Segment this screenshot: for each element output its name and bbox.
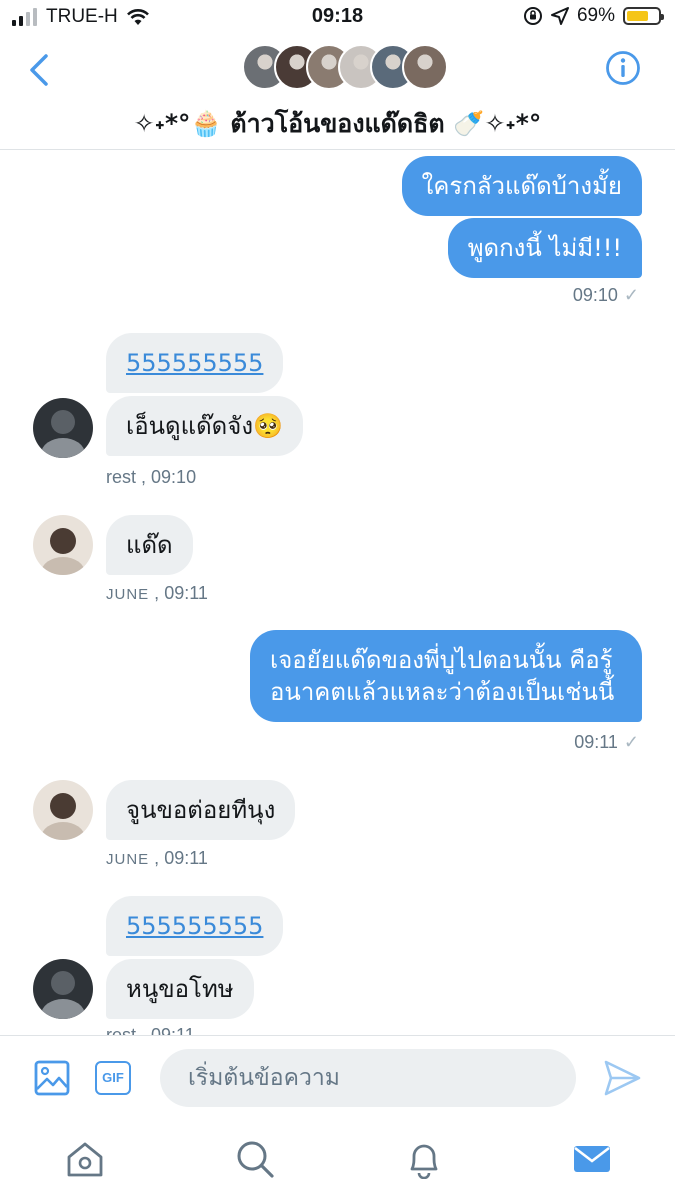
message-time: 09:11 xyxy=(574,732,618,752)
incoming-message[interactable]: แด๊ด xyxy=(106,515,193,575)
message-time: 09:11 xyxy=(164,848,208,868)
message-sender: JUNE xyxy=(106,851,150,868)
message-time: 09:10 xyxy=(151,467,197,487)
message-composer: GIF xyxy=(0,1035,675,1123)
avatar-june[interactable] xyxy=(33,780,93,840)
avatar-rest[interactable] xyxy=(33,959,93,1019)
send-button[interactable] xyxy=(602,1058,642,1098)
message-time: 09:10 xyxy=(572,285,618,305)
sent-check-icon: ✓ xyxy=(623,285,639,305)
image-button[interactable] xyxy=(34,1060,70,1096)
orientation-lock-icon xyxy=(523,7,542,25)
tab-messages[interactable] xyxy=(572,1139,612,1179)
message-meta: 09:11 ✓ xyxy=(574,732,639,753)
sent-check-icon: ✓ xyxy=(623,732,639,752)
message-link[interactable]: 555555555 xyxy=(126,349,263,377)
info-button[interactable] xyxy=(605,50,641,86)
message-text: หนูขอโทษ xyxy=(126,975,234,1003)
message-meta: JUNE , 09:11 xyxy=(106,583,208,603)
avatar-rest[interactable] xyxy=(33,398,93,458)
status-bar: TRUE-H 09:18 69% xyxy=(0,0,675,34)
incoming-message[interactable]: 555555555 xyxy=(106,896,284,956)
tab-home[interactable] xyxy=(65,1139,105,1179)
avatar-june[interactable] xyxy=(33,515,93,575)
message-meta: JUNE , 09:11 xyxy=(106,848,208,868)
conversation-title[interactable]: ✧˖*°🧁 ต้าวโอ้นของแด๊ดธิต 🍼✧˖*° xyxy=(0,104,675,144)
incoming-message[interactable]: 555555555 xyxy=(106,333,284,393)
incoming-message[interactable]: จูนขอต่อยทีนุง xyxy=(106,780,296,840)
message-time: 09:11 xyxy=(164,583,208,603)
incoming-message[interactable]: หนูขอโทษ xyxy=(106,959,254,1019)
battery-icon xyxy=(623,7,664,25)
incoming-message[interactable]: เอ็นดูแด๊ดจัง🥺 xyxy=(106,396,303,456)
conversation-header: ✧˖*°🧁 ต้าวโอ้นของแด๊ดธิต 🍼✧˖*° xyxy=(0,34,675,150)
message-sender: rest xyxy=(106,467,137,487)
message-sender: JUNE xyxy=(106,586,150,603)
message-text: เอ็นดูแด๊ดจัง🥺 xyxy=(126,412,283,440)
battery-level xyxy=(627,11,648,21)
message-text: พูดกงนี้ ไม่มี!!! xyxy=(467,234,622,262)
message-meta: rest , 09:10 xyxy=(106,467,197,487)
outgoing-message[interactable]: พูดกงนี้ ไม่มี!!! xyxy=(447,218,642,278)
outgoing-message[interactable]: เจอยัยแด๊ดของพี่บูไปตอนนั้น คือรู้อนาคตแ… xyxy=(250,630,642,722)
group-avatar xyxy=(402,44,448,90)
message-sender: rest xyxy=(106,1025,137,1035)
tab-search[interactable] xyxy=(235,1139,275,1179)
message-text: จูนขอต่อยทีนุง xyxy=(126,796,276,824)
battery-percent: 69% xyxy=(576,5,615,26)
message-list[interactable]: ใครกลัวแด๊ดบ้างมั้ย พูดกงนี้ ไม่มี!!! 09… xyxy=(0,151,675,1035)
group-avatars[interactable] xyxy=(242,44,448,90)
message-text: เจอยัยแด๊ดของพี่บูไปตอนนั้น คือรู้อนาคตแ… xyxy=(270,646,615,706)
gif-button[interactable]: GIF xyxy=(95,1061,131,1095)
message-text: แด๊ด xyxy=(126,531,173,559)
location-icon xyxy=(550,7,569,25)
message-text: ใครกลัวแด๊ดบ้างมั้ย xyxy=(421,172,622,200)
outgoing-message[interactable]: ใครกลัวแด๊ดบ้างมั้ย xyxy=(401,156,642,216)
back-button[interactable] xyxy=(22,50,58,90)
tab-notifications[interactable] xyxy=(404,1139,444,1179)
message-link[interactable]: 555555555 xyxy=(126,912,263,940)
message-input[interactable] xyxy=(160,1049,576,1107)
message-meta: 09:10 ✓ xyxy=(573,285,639,306)
tab-bar xyxy=(0,1123,675,1200)
message-time: 09:11 xyxy=(151,1025,195,1035)
message-meta: rest , 09:11 xyxy=(106,1025,195,1035)
